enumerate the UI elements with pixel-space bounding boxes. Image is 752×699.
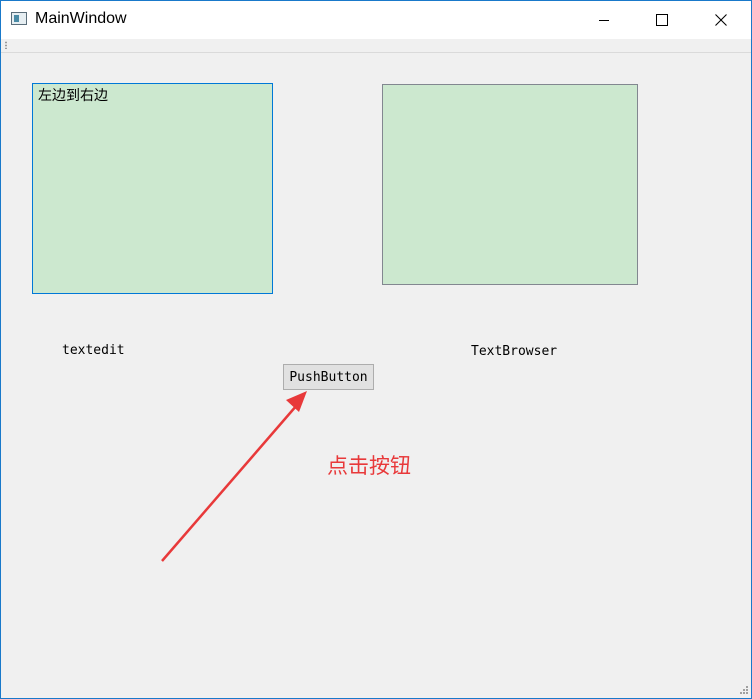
size-grip-icon[interactable]	[739, 685, 749, 695]
main-window: MainWindow 左边到右边 textedit TextBrowser Pu…	[0, 0, 752, 699]
red-arrow-annotation	[161, 391, 307, 562]
annotation-text: 点击按钮	[327, 454, 411, 478]
